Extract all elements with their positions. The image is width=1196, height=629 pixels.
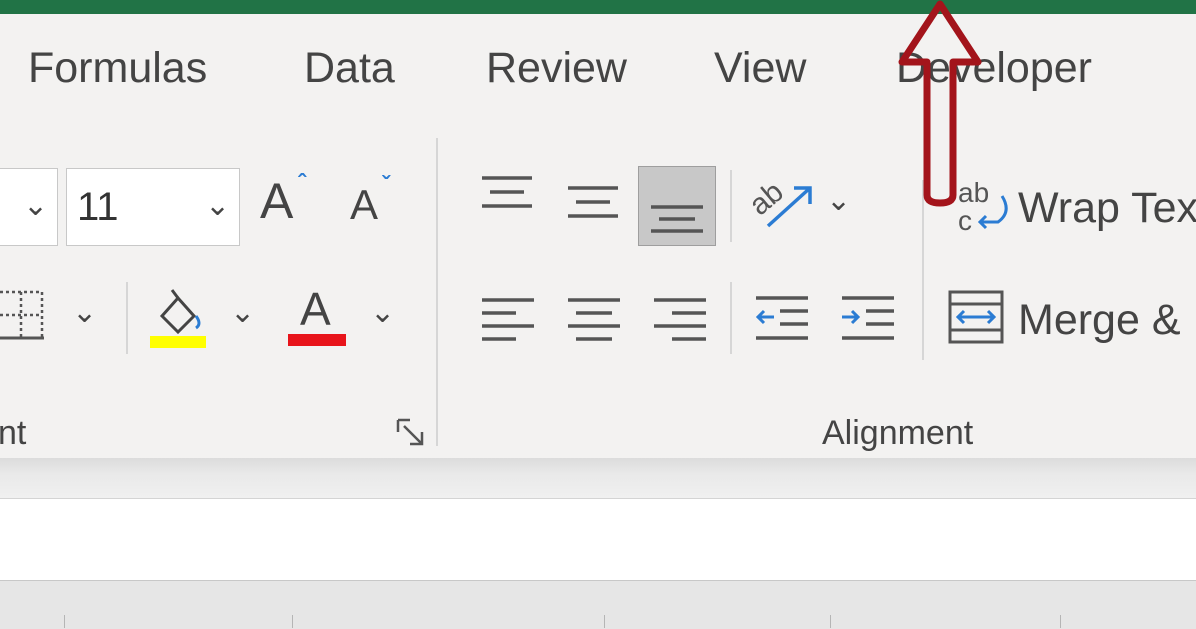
increase-font-size-button[interactable]: A ˆ xyxy=(258,170,322,232)
borders-dropdown-chevron-icon[interactable]: ⌄ xyxy=(72,298,97,328)
column-header-row xyxy=(0,580,1196,629)
align-left-button[interactable] xyxy=(480,296,536,344)
font-color-dropdown-chevron-icon[interactable]: ⌄ xyxy=(370,298,395,328)
bottom-align-icon xyxy=(651,205,703,233)
ribbon-shadow xyxy=(0,458,1196,498)
group-divider xyxy=(436,138,438,446)
column-divider[interactable] xyxy=(292,615,293,628)
diagonal-arrow-icon xyxy=(766,186,812,228)
tab-view[interactable]: View xyxy=(714,44,806,93)
top-align-button[interactable] xyxy=(480,174,534,214)
column-divider[interactable] xyxy=(830,615,831,628)
font-color-bar xyxy=(288,334,346,346)
font-group-label: nt xyxy=(0,414,27,452)
decrease-indent-button[interactable] xyxy=(754,294,810,344)
font-dialog-launcher-icon[interactable] xyxy=(396,418,426,448)
divider xyxy=(730,170,732,242)
formula-bar-area[interactable] xyxy=(0,498,1196,581)
ribbon-tabs: Formulas Data Review View Developer xyxy=(0,14,1196,134)
align-center-button[interactable] xyxy=(566,296,622,344)
column-divider[interactable] xyxy=(1060,615,1061,628)
up-arrow-annotation-icon xyxy=(898,0,982,207)
alignment-group-label: Alignment xyxy=(822,414,974,452)
fill-color-bar xyxy=(150,336,206,348)
font-size-dropdown[interactable]: 11 ⌄ xyxy=(66,168,240,246)
caret-up-icon: ˆ xyxy=(298,170,306,197)
tab-formulas[interactable]: Formulas xyxy=(28,44,207,93)
orientation-button[interactable]: ab xyxy=(743,174,820,234)
chevron-down-icon: ⌄ xyxy=(23,189,49,222)
borders-icon xyxy=(0,290,44,340)
fill-color-dropdown-chevron-icon[interactable]: ⌄ xyxy=(230,298,255,328)
font-color-button[interactable]: A xyxy=(288,284,348,348)
caret-down-icon: ˇ xyxy=(382,172,390,199)
title-bar xyxy=(0,0,1196,14)
borders-button[interactable] xyxy=(0,288,50,342)
tab-data[interactable]: Data xyxy=(304,44,395,93)
merge-center-button[interactable]: Merge & xyxy=(948,290,1196,350)
merge-center-label: Merge & xyxy=(1018,296,1181,344)
font-name-dropdown[interactable]: ⌄ xyxy=(0,168,58,246)
font-size-value: 11 xyxy=(77,185,119,229)
letter-a-icon: A xyxy=(260,173,294,229)
divider xyxy=(730,282,732,354)
tab-review[interactable]: Review xyxy=(486,44,627,93)
chevron-down-icon: ⌄ xyxy=(205,189,231,222)
letter-a-icon: A xyxy=(350,181,379,228)
fill-color-button[interactable] xyxy=(148,286,210,348)
increase-indent-button[interactable] xyxy=(840,294,896,344)
merge-cells-icon xyxy=(948,290,1004,344)
divider xyxy=(126,282,128,354)
orientation-dropdown-chevron-icon[interactable]: ⌄ xyxy=(826,186,851,216)
wrap-text-label: Wrap Tex xyxy=(1018,184,1196,232)
bottom-align-button[interactable] xyxy=(638,166,716,246)
decrease-font-size-button[interactable]: A ˇ xyxy=(348,170,408,232)
column-divider[interactable] xyxy=(64,615,65,628)
letter-a-icon: A xyxy=(300,283,331,335)
align-right-button[interactable] xyxy=(652,296,708,344)
column-divider[interactable] xyxy=(604,615,605,628)
middle-align-button[interactable] xyxy=(566,182,620,222)
